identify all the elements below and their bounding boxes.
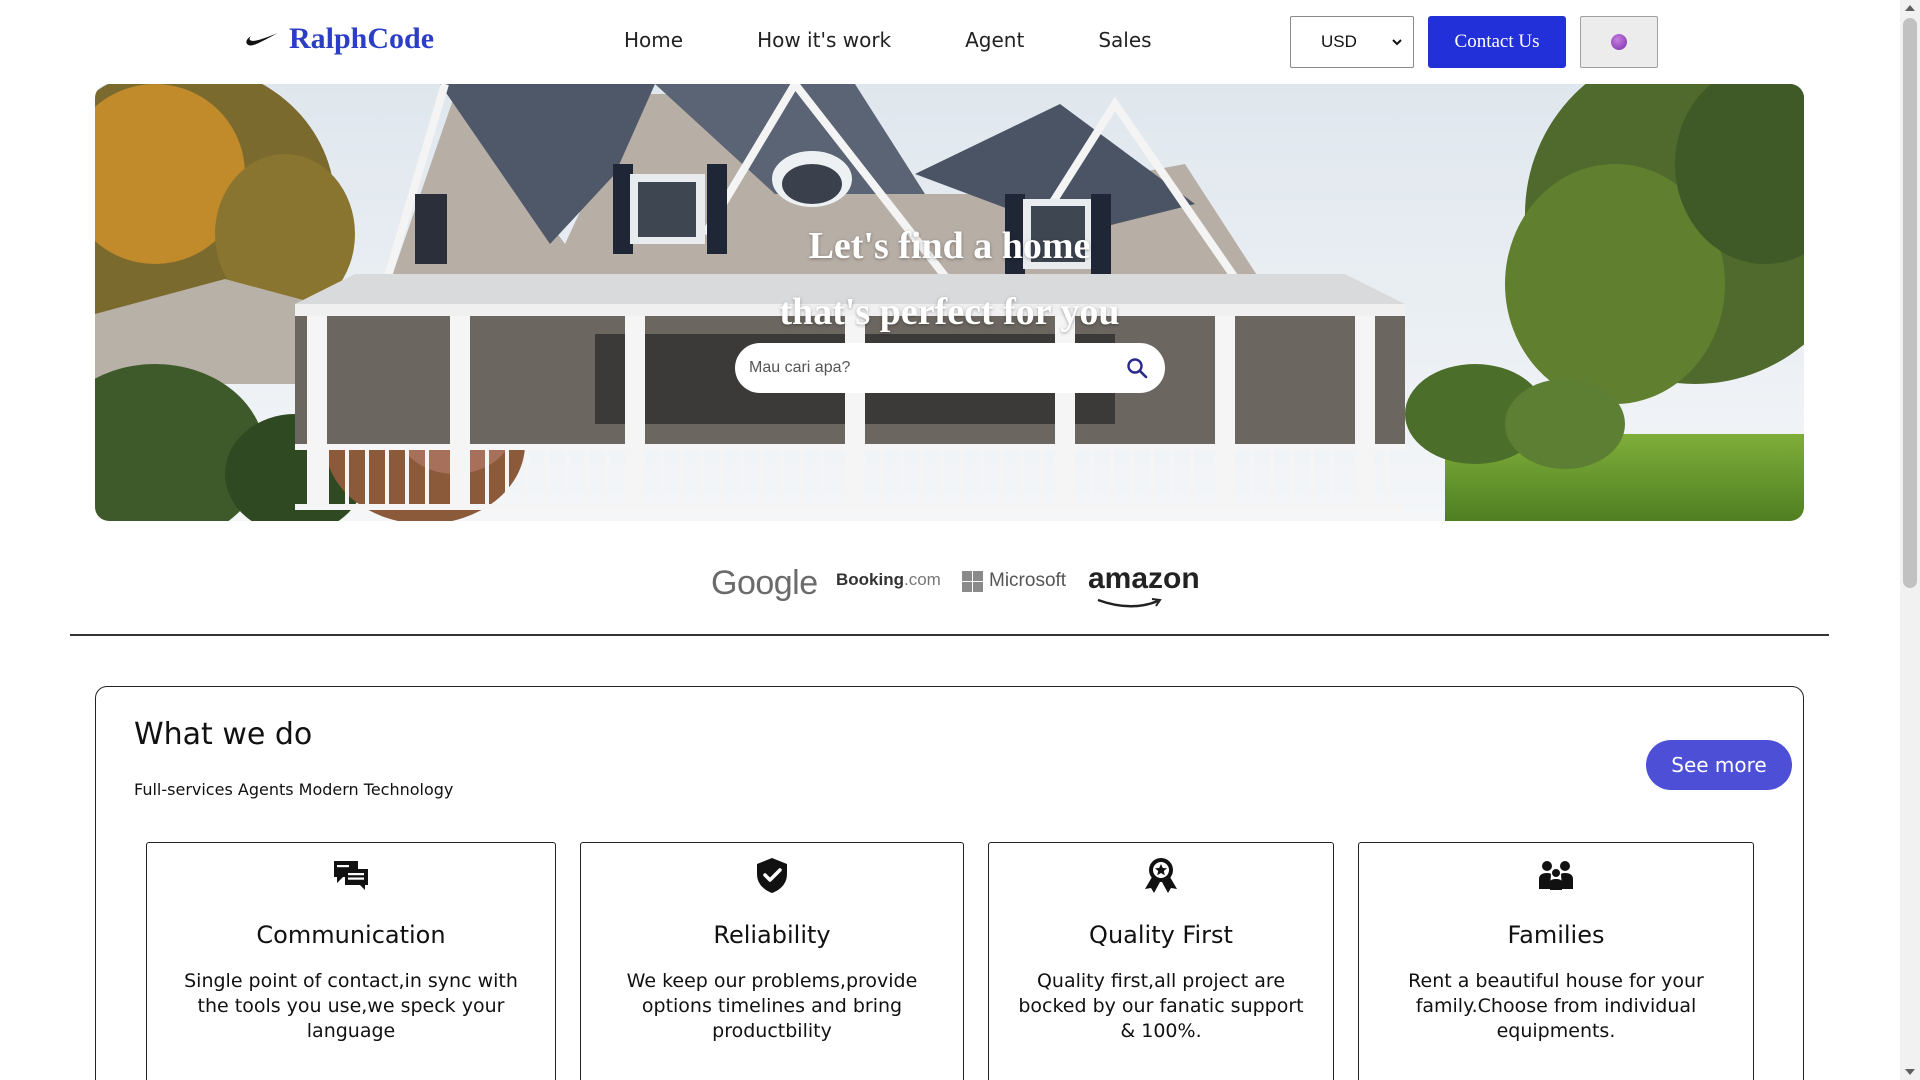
microsoft-logo-text: Microsoft [989, 570, 1067, 591]
chevron-down-icon [1392, 39, 1402, 46]
brand-logo[interactable]: RalphCode [245, 22, 434, 56]
brand-name: RalphCode [289, 22, 435, 55]
microsoft-logo: Microsoft [962, 570, 1066, 592]
see-more-button[interactable]: See more [1646, 740, 1792, 790]
section-divider [70, 634, 1829, 636]
page-scrollbar[interactable] [1900, 0, 1920, 1080]
globe-icon [1611, 34, 1627, 50]
hero-banner: Let's find a home that's perfect for you [95, 84, 1804, 521]
booking-logo: Booking.com [836, 570, 941, 590]
card-text: Single point of contact,in sync with the… [184, 970, 518, 1042]
amazon-logo: amazon [1088, 562, 1200, 608]
partner-logos: Google Booking.com Microsoft amazon [0, 560, 1900, 610]
google-logo: Google [711, 564, 818, 602]
scrollbar-thumb[interactable] [1903, 18, 1917, 588]
service-card-reliability: Reliability We keep our problems,provide… [580, 842, 964, 1080]
hero-title-line-2: that's perfect for you [779, 291, 1120, 333]
booking-logo-text: Booking [836, 570, 904, 589]
what-we-do-section: What we do Full-services Agents Modern T… [95, 686, 1804, 1080]
currency-value: USD [1321, 32, 1357, 51]
card-title: Reliability [713, 921, 831, 949]
card-title: Families [1507, 921, 1605, 949]
nav-link-home[interactable]: Home [624, 28, 683, 52]
search-icon[interactable] [1125, 356, 1149, 380]
hero-title-line-1: Let's find a home [808, 225, 1091, 267]
scroll-down-arrow-icon[interactable] [1905, 1069, 1915, 1075]
card-text: Quality first,all project are bocked by … [1018, 970, 1304, 1042]
card-title: Communication [256, 921, 446, 949]
award-icon [1145, 858, 1177, 893]
search-input[interactable] [749, 359, 1125, 377]
contact-us-button[interactable]: Contact Us [1428, 16, 1566, 68]
service-card-quality-first: Quality First Quality first,all project … [988, 842, 1334, 1080]
amazon-smile-icon [1097, 598, 1162, 608]
service-card-communication: Communication Single point of contact,in… [146, 842, 556, 1080]
navbar: RalphCode Home How it's work Agent Sales… [0, 0, 1900, 84]
nav-link-sales[interactable]: Sales [1098, 28, 1151, 52]
currency-select[interactable]: USD [1290, 16, 1414, 68]
section-title: What we do [134, 717, 313, 752]
amazon-logo-text: amazon [1088, 562, 1200, 595]
main-menu: Home How it's work Agent Sales [624, 28, 1152, 52]
scroll-up-arrow-icon[interactable] [1905, 5, 1915, 11]
theme-toggle-button[interactable] [1580, 16, 1658, 68]
nav-link-agent[interactable]: Agent [965, 28, 1024, 52]
booking-logo-suffix: .com [904, 570, 941, 589]
shield-check-icon [757, 858, 787, 893]
card-text: We keep our problems,provide options tim… [626, 970, 918, 1042]
section-subtitle: Full-services Agents Modern Technology [134, 780, 454, 799]
swoosh-icon [246, 33, 278, 46]
hero-search-bar [735, 343, 1165, 393]
chat-icon [334, 861, 368, 890]
card-text: Rent a beautiful house for your family.C… [1408, 970, 1704, 1042]
nav-link-how-it-works[interactable]: How it's work [757, 28, 891, 52]
microsoft-grid-icon [962, 570, 983, 592]
card-title: Quality First [1089, 921, 1233, 949]
family-icon [1539, 861, 1573, 890]
service-card-families: Families Rent a beautiful house for your… [1358, 842, 1754, 1080]
